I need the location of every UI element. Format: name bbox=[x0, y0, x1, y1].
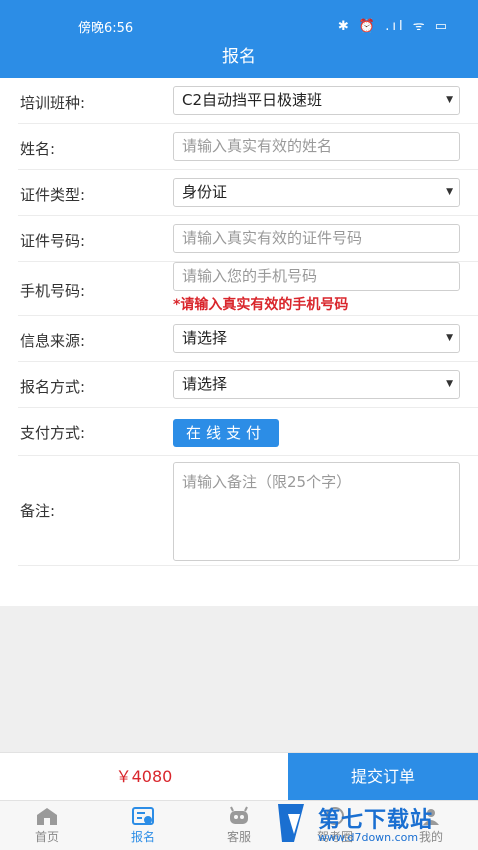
class-type-label: 培训班种: bbox=[20, 94, 86, 112]
status-icons: ✱ ⏰ .ıl ᯤ ▭ bbox=[337, 19, 450, 34]
total-price: ￥4080 bbox=[115, 767, 173, 786]
online-pay-button[interactable]: 在线支付 bbox=[173, 419, 279, 447]
payment-label: 支付方式: bbox=[20, 424, 86, 442]
robot-icon bbox=[230, 806, 248, 824]
signup-icon bbox=[132, 807, 154, 825]
watermark: 第七下载站 www.d7down.com bbox=[274, 798, 470, 848]
source-value: 请选择 bbox=[182, 329, 228, 347]
row-remark: 备注: 请输入备注（限25个字） bbox=[18, 456, 478, 566]
tab-service-label: 客服 bbox=[226, 830, 251, 844]
row-id-number: 证件号码: 请输入真实有效的证件号码 bbox=[18, 216, 478, 262]
status-time: 傍晚6:56 bbox=[78, 21, 134, 36]
row-phone: 手机号码: 请输入您的手机号码 *请输入真实有效的手机号码 bbox=[18, 262, 478, 316]
signup-form: 培训班种: C2自动挡平日极速班 ▼ 姓名: 请输入真实有效的姓名 证件类型: … bbox=[0, 78, 478, 606]
id-type-value: 身份证 bbox=[182, 183, 228, 201]
id-type-label: 证件类型: bbox=[20, 186, 86, 204]
name-input[interactable]: 请输入真实有效的姓名 bbox=[173, 132, 460, 161]
home-icon bbox=[37, 808, 57, 825]
phone-hint: *请输入真实有效的手机号码 bbox=[173, 297, 349, 313]
class-type-value: C2自动挡平日极速班 bbox=[182, 91, 323, 109]
tab-home[interactable]: 首页 bbox=[17, 804, 77, 848]
tab-service[interactable]: 客服 bbox=[209, 804, 269, 848]
dropdown-arrow-icon: ▼ bbox=[446, 187, 453, 197]
dropdown-arrow-icon: ▼ bbox=[446, 379, 453, 389]
dropdown-arrow-icon: ▼ bbox=[446, 95, 453, 105]
phone-input[interactable]: 请输入您的手机号码 bbox=[173, 262, 460, 291]
remark-label: 备注: bbox=[20, 502, 56, 520]
id-number-label: 证件号码: bbox=[20, 232, 86, 250]
phone-label: 手机号码: bbox=[20, 282, 86, 300]
row-class-type: 培训班种: C2自动挡平日极速班 ▼ bbox=[18, 78, 478, 124]
page-title: 报名 bbox=[0, 40, 478, 78]
watermark-logo-icon bbox=[278, 804, 304, 842]
watermark-title: 第七下载站 bbox=[318, 808, 434, 833]
method-value: 请选择 bbox=[182, 375, 228, 393]
name-label: 姓名: bbox=[20, 140, 56, 158]
id-type-select[interactable]: 身份证 ▼ bbox=[173, 178, 460, 207]
watermark-url: www.d7down.com bbox=[318, 831, 419, 844]
id-number-input[interactable]: 请输入真实有效的证件号码 bbox=[173, 224, 460, 253]
row-payment: 支付方式: 在线支付 bbox=[18, 408, 478, 456]
status-bar: 傍晚6:56 ✱ ⏰ .ıl ᯤ ▭ bbox=[0, 0, 478, 40]
tab-signup[interactable]: 报名 bbox=[113, 804, 173, 848]
row-source: 信息来源: 请选择 ▼ bbox=[18, 316, 478, 362]
row-id-type: 证件类型: 身份证 ▼ bbox=[18, 170, 478, 216]
method-label: 报名方式: bbox=[20, 378, 86, 396]
row-method: 报名方式: 请选择 ▼ bbox=[18, 362, 478, 408]
dropdown-arrow-icon: ▼ bbox=[446, 333, 453, 343]
submit-order-button[interactable]: 提交订单 bbox=[288, 753, 478, 800]
tab-signup-label: 报名 bbox=[130, 830, 155, 844]
order-footer: ￥4080 提交订单 bbox=[0, 752, 478, 800]
tab-home-label: 首页 bbox=[34, 830, 59, 844]
source-label: 信息来源: bbox=[20, 332, 86, 350]
source-select[interactable]: 请选择 ▼ bbox=[173, 324, 460, 353]
class-type-select[interactable]: C2自动挡平日极速班 ▼ bbox=[173, 86, 460, 115]
row-name: 姓名: 请输入真实有效的姓名 bbox=[18, 124, 478, 170]
remark-textarea[interactable]: 请输入备注（限25个字） bbox=[173, 462, 460, 561]
method-select[interactable]: 请选择 ▼ bbox=[173, 370, 460, 399]
